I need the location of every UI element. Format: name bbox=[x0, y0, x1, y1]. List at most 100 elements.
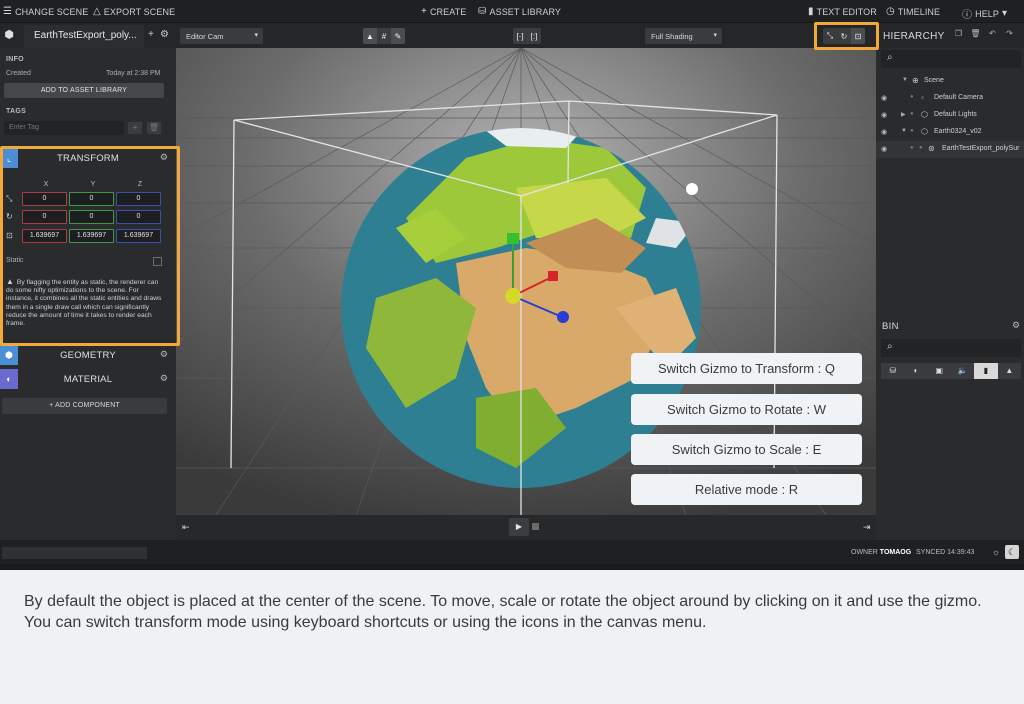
status-input[interactable] bbox=[2, 547, 147, 559]
chevron-down-icon[interactable]: ▼ bbox=[902, 77, 908, 83]
pencil-icon[interactable]: ✎ bbox=[391, 28, 405, 44]
tip-relative-mode-shortcut: Relative mode : R bbox=[631, 474, 862, 505]
eye-icon[interactable]: ◉ bbox=[881, 94, 887, 102]
scene-filter-icon[interactable]: ▲ bbox=[998, 363, 1021, 379]
dot-icon: ● bbox=[910, 94, 914, 100]
static-checkbox[interactable] bbox=[153, 257, 162, 266]
trash-icon[interactable]: 🗑 bbox=[970, 29, 981, 38]
editor-app: ☰ CHANGE SCENE △ EXPORT SCENE + CREATE ⛁… bbox=[0, 0, 1024, 570]
add-to-asset-library-button[interactable]: ADD TO ASSET LIBRARY bbox=[4, 83, 164, 98]
position-z-field[interactable]: 0 bbox=[116, 192, 161, 206]
tree-item-default-camera[interactable]: ◉ ● ◦ Default Camera bbox=[876, 90, 1024, 107]
chevron-right-icon[interactable]: ▶ bbox=[901, 111, 906, 118]
material-header[interactable]: ◐ MATERIAL ⚙ bbox=[0, 369, 176, 389]
dot-icon: ● bbox=[910, 145, 914, 151]
gear-icon[interactable]: ⚙ bbox=[160, 349, 168, 360]
transform-header[interactable]: ⌞ TRANSFORM ⚙ bbox=[0, 148, 176, 168]
asset-library-menu[interactable]: ⛁ ASSET LIBRARY bbox=[478, 6, 561, 17]
script-filter-icon[interactable]: ▮ bbox=[974, 363, 998, 379]
add-tab-icon[interactable]: + bbox=[148, 29, 154, 40]
chevron-down-icon: ▾ bbox=[1002, 8, 1008, 19]
tag-input[interactable]: Enter Tag bbox=[4, 121, 124, 135]
tree-item-label: Default Camera bbox=[934, 94, 984, 101]
bin-filter-tools: ⛁ ◐ ▣ 🔈 ▮ ▲ bbox=[881, 363, 1021, 379]
scale-x-field[interactable]: 1.639697 bbox=[22, 229, 67, 243]
texture-filter-icon[interactable]: ▣ bbox=[928, 363, 951, 379]
rotation-x-field[interactable]: 0 bbox=[22, 210, 67, 224]
bin-search-input[interactable]: ⌕ bbox=[881, 339, 1021, 357]
tab-settings-icon[interactable]: ⚙ bbox=[160, 29, 169, 40]
axis-z-label: Z bbox=[137, 181, 143, 188]
play-button[interactable]: ▶ bbox=[509, 518, 529, 536]
status-bar: OWNER TOMAOG SYNCED 14:39:43 ☼ ☾ bbox=[0, 540, 1024, 564]
chevron-down-icon[interactable]: ▼ bbox=[901, 128, 907, 134]
scale-gizmo-icon[interactable]: ⊡ bbox=[851, 28, 865, 44]
material-filter-icon[interactable]: ◐ bbox=[904, 363, 927, 379]
eye-icon[interactable]: ◉ bbox=[881, 145, 887, 153]
translate-gizmo-icon[interactable]: ⤡ bbox=[823, 28, 837, 44]
audio-filter-icon[interactable]: 🔈 bbox=[951, 363, 974, 379]
position-y-field[interactable]: 0 bbox=[69, 192, 114, 206]
grid-icon[interactable]: # bbox=[377, 28, 391, 44]
tip-rotate-shortcut: Switch Gizmo to Rotate : W bbox=[631, 394, 862, 425]
position-x-field[interactable]: 0 bbox=[22, 192, 67, 206]
moon-icon[interactable]: ☾ bbox=[1005, 545, 1019, 559]
shading-select[interactable]: Full Shading ▾ bbox=[645, 28, 722, 44]
add-tag-icon[interactable]: + bbox=[128, 122, 142, 134]
camera-select[interactable]: Editor Cam ▾ bbox=[180, 28, 263, 44]
collapse-right-icon[interactable]: ⇥ bbox=[863, 522, 871, 533]
scale-icon: ⊡ bbox=[6, 231, 13, 240]
rotation-y-field[interactable]: 0 bbox=[69, 210, 114, 224]
gizmo-x-handle[interactable] bbox=[548, 271, 558, 281]
gizmo-z-handle[interactable] bbox=[557, 311, 569, 323]
light-handle[interactable] bbox=[686, 183, 698, 195]
document-tab[interactable]: EarthTestExport_poly... bbox=[24, 25, 144, 48]
frame-all-icon[interactable]: [:] bbox=[527, 28, 541, 44]
eye-icon[interactable]: ◉ bbox=[881, 111, 887, 119]
add-component-button[interactable]: + ADD COMPONENT bbox=[2, 398, 167, 414]
create-menu[interactable]: + CREATE bbox=[421, 6, 466, 17]
gear-icon[interactable]: ⚙ bbox=[160, 373, 168, 384]
geometry-header[interactable]: ⬢ GEOMETRY ⚙ bbox=[0, 345, 176, 365]
sun-icon[interactable]: ☼ bbox=[989, 545, 1003, 559]
change-scene-menu[interactable]: ☰ CHANGE SCENE bbox=[3, 6, 88, 17]
text-editor-menu[interactable]: ▮ TEXT EDITOR bbox=[808, 6, 877, 17]
rotation-z-field[interactable]: 0 bbox=[116, 210, 161, 224]
stop-button[interactable] bbox=[532, 523, 539, 530]
gizmo-y-handle[interactable] bbox=[507, 233, 519, 244]
hexagon-icon: ⬡ bbox=[921, 110, 928, 119]
static-info-body: By flagging the entity as static, the re… bbox=[6, 279, 162, 328]
gear-icon[interactable]: ⚙ bbox=[1012, 320, 1020, 331]
scale-y-field[interactable]: 1.639697 bbox=[69, 229, 114, 243]
tree-item-earth-test-export[interactable]: ◉ ● ● ⊛ EarthTestExport_polySur bbox=[876, 141, 1024, 158]
bottom-strip bbox=[0, 564, 1024, 570]
export-scene-menu[interactable]: △ EXPORT SCENE bbox=[93, 6, 175, 17]
duplicate-icon[interactable]: ❐ bbox=[953, 29, 964, 38]
tree-item-scene[interactable]: ▼ ⊕ Scene bbox=[876, 73, 1024, 90]
tree-item-default-lights[interactable]: ◉ ▶ ● ⬡ Default Lights bbox=[876, 107, 1024, 124]
entity-filter-icon[interactable]: ⛁ bbox=[881, 363, 904, 379]
gizmo-center-handle[interactable] bbox=[505, 288, 521, 304]
create-label: CREATE bbox=[429, 6, 467, 17]
collapse-left-icon[interactable]: ⇤ bbox=[182, 522, 190, 533]
tree-item-earth0324[interactable]: ◉ ▼ ● ⬡ Earth0324_v02 bbox=[876, 124, 1024, 141]
clear-tag-icon[interactable]: 🗑 bbox=[147, 122, 161, 134]
hierarchy-search-input[interactable]: ⌕ bbox=[881, 50, 1021, 68]
owner-name: TOMAOG bbox=[879, 549, 912, 556]
library-icon: ⛁ bbox=[478, 6, 487, 17]
scale-z-field[interactable]: 1.639697 bbox=[116, 229, 161, 243]
frame-selection-icon[interactable]: [·] bbox=[513, 28, 527, 44]
camera-icon: ◦ bbox=[921, 93, 924, 102]
gear-icon[interactable]: ⚙ bbox=[160, 152, 168, 163]
redo-icon[interactable]: ↷ bbox=[1004, 29, 1015, 38]
undo-icon[interactable]: ↶ bbox=[987, 29, 998, 38]
help-menu[interactable]: ⓘ HELP ▾ bbox=[962, 6, 1007, 21]
mountain-icon[interactable]: ▲ bbox=[363, 28, 377, 44]
axis-y-label: Y bbox=[90, 181, 96, 188]
created-value: Today at 2:38 PM bbox=[106, 70, 161, 77]
eye-icon[interactable]: ◉ bbox=[881, 128, 887, 136]
rotate-gizmo-icon[interactable]: ↻ bbox=[837, 28, 851, 44]
export-scene-label: EXPORT SCENE bbox=[103, 6, 176, 17]
document-icon: ▮ bbox=[808, 6, 814, 17]
timeline-menu[interactable]: ◷ TIMELINE bbox=[886, 6, 940, 17]
